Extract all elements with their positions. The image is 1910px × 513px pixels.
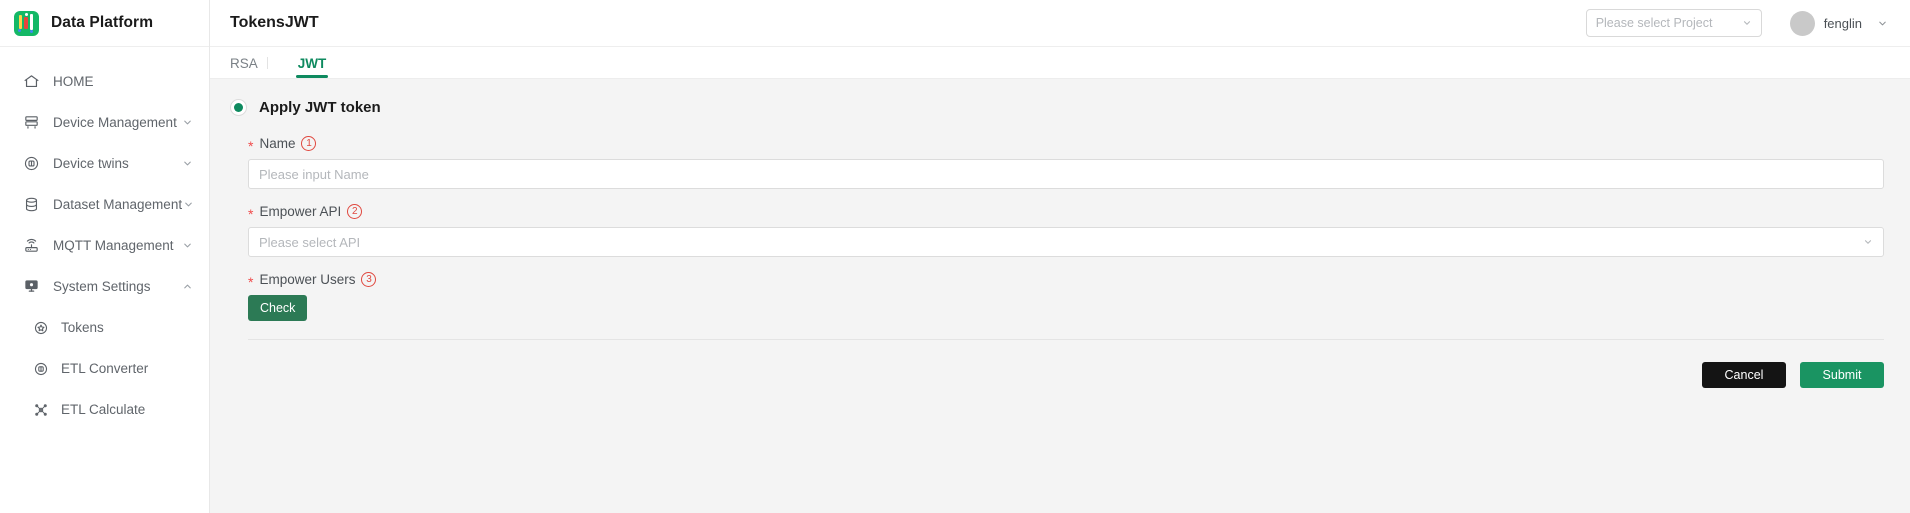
converter-icon — [32, 360, 50, 378]
sidebar-item-label: Device Management — [53, 115, 177, 130]
sidebar-item-label: MQTT Management — [53, 238, 174, 253]
user-menu[interactable]: fenglin — [1789, 10, 1888, 36]
monitor-icon — [22, 278, 40, 296]
router-icon — [22, 237, 40, 255]
tab-rsa[interactable]: RSA — [230, 56, 268, 78]
field-label-text: Name — [259, 136, 296, 151]
sidebar-item-label: ETL Converter — [61, 361, 149, 376]
step-badge-1: 1 — [301, 136, 317, 151]
empower-api-placeholder: Please select API — [259, 234, 361, 250]
sidebar-item-label: Tokens — [61, 320, 104, 335]
database-icon — [22, 196, 40, 214]
home-icon — [22, 73, 40, 91]
sidebar-item-home[interactable]: HOME — [0, 61, 209, 102]
field-empower-api: * Empower API 2 Please select API — [248, 204, 1884, 257]
empower-api-select[interactable]: Please select API — [248, 227, 1884, 257]
submit-button[interactable]: Submit — [1800, 362, 1884, 388]
sidebar-item-device-twins[interactable]: Device twins — [0, 143, 209, 184]
server-icon — [22, 114, 40, 132]
sidebar-item-etl-calculate[interactable]: ETL Calculate — [0, 389, 209, 430]
tab-label: JWT — [297, 56, 327, 71]
form-actions: Cancel Submit — [210, 340, 1910, 388]
radio-dot-icon — [234, 103, 243, 112]
app-root: Data Platform HOME Device Management Dev… — [0, 0, 1910, 513]
field-name: * Name 1 — [248, 136, 1884, 189]
sidebar-item-label: System Settings — [53, 279, 151, 294]
project-select[interactable]: Please select Project — [1585, 9, 1762, 37]
sidebar: Data Platform HOME Device Management Dev… — [0, 0, 210, 513]
tabbar: RSA JWT — [210, 47, 1910, 79]
apply-jwt-token-radio-row[interactable]: Apply JWT token — [210, 79, 1910, 116]
tab-jwt[interactable]: JWT — [295, 56, 329, 78]
chevron-down-icon — [1877, 18, 1888, 29]
name-input[interactable] — [248, 159, 1884, 189]
token-star-icon — [32, 319, 50, 337]
sidebar-item-tokens[interactable]: Tokens — [0, 307, 209, 348]
content-panel: Apply JWT token * Name 1 * Empower API 2 — [210, 79, 1910, 513]
calculate-icon — [32, 401, 50, 419]
twins-icon — [22, 155, 40, 173]
required-asterisk-icon: * — [248, 205, 254, 222]
sidebar-item-label: Dataset Management — [53, 197, 183, 212]
data-platform-logo-icon — [14, 10, 39, 36]
sidebar-item-dataset-management[interactable]: Dataset Management — [0, 184, 209, 225]
sidebar-item-label: Device twins — [53, 156, 129, 171]
chevron-down-icon[interactable] — [181, 240, 193, 252]
main-area: TokensJWT Please select Project fenglin … — [210, 0, 1910, 513]
topbar: TokensJWT Please select Project fenglin — [210, 0, 1910, 47]
sidebar-nav: HOME Device Management Device twins Data… — [0, 47, 209, 430]
chevron-down-icon — [1863, 237, 1873, 247]
chevron-up-icon[interactable] — [181, 281, 193, 293]
tab-label: RSA — [230, 56, 258, 71]
required-asterisk-icon: * — [248, 273, 254, 290]
field-empower-users: * Empower Users 3 Check — [248, 272, 1884, 321]
check-button[interactable]: Check — [248, 295, 308, 321]
sidebar-item-label: ETL Calculate — [61, 402, 146, 417]
avatar — [1789, 10, 1815, 36]
cancel-button[interactable]: Cancel — [1702, 362, 1786, 388]
field-name-label: * Name 1 — [248, 136, 1884, 154]
field-label-text: Empower API — [259, 204, 342, 219]
chevron-down-icon[interactable] — [182, 199, 194, 211]
brand-name: Data Platform — [51, 14, 154, 31]
step-badge-2: 2 — [347, 204, 363, 219]
required-asterisk-icon: * — [248, 137, 254, 154]
brand-header[interactable]: Data Platform — [0, 0, 209, 47]
apply-jwt-token-radio[interactable] — [230, 99, 247, 116]
chevron-down-icon[interactable] — [181, 158, 193, 170]
chevron-down-icon[interactable] — [181, 117, 193, 129]
sidebar-item-system-settings[interactable]: System Settings — [0, 266, 209, 307]
chevron-down-icon — [1742, 18, 1752, 28]
sidebar-item-device-management[interactable]: Device Management — [0, 102, 209, 143]
sidebar-item-etl-converter[interactable]: ETL Converter — [0, 348, 209, 389]
tab-active-indicator — [295, 75, 329, 78]
page-title: TokensJWT — [230, 14, 319, 31]
field-empower-api-label: * Empower API 2 — [248, 204, 1884, 222]
step-badge-3: 3 — [361, 272, 377, 287]
sidebar-item-mqtt-management[interactable]: MQTT Management — [0, 225, 209, 266]
field-label-text: Empower Users — [259, 272, 356, 287]
apply-jwt-token-label: Apply JWT token — [259, 99, 381, 116]
sidebar-item-label: HOME — [53, 74, 94, 89]
jwt-token-form: * Name 1 * Empower API 2 Please select A… — [210, 116, 1910, 321]
field-empower-users-label: * Empower Users 3 — [248, 272, 1884, 290]
project-select-placeholder: Please select Project — [1595, 16, 1713, 30]
user-name: fenglin — [1823, 15, 1862, 31]
